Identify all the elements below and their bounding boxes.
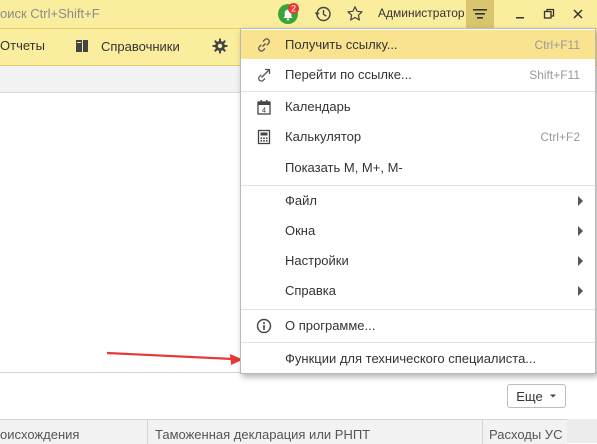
menu-item-label: Показать M, M+, M- [285,160,403,175]
menu-item-calculator[interactable]: Калькулятор Ctrl+F2 [241,122,595,151]
menu-item-label: Окна [285,223,316,238]
menu-item-get-link[interactable]: Получить ссылку... Ctrl+F11 [241,30,595,59]
menu-item-label: Файл [285,193,317,208]
menu-item-label: Функции для технического специалиста... [285,351,537,366]
submenu-arrow-icon [578,286,583,296]
minimize-button[interactable] [508,2,532,26]
menu-item-label: Перейти по ссылке... [285,67,412,82]
more-label: Еще [516,388,543,404]
submenu-arrow-icon [578,226,583,236]
menu-item-settings[interactable]: Настройки [241,246,595,275]
menu-item-tech-specialist-functions[interactable]: Функции для технического специалиста... [241,344,595,373]
menu-item-shortcut: Ctrl+F2 [540,130,580,144]
history-icon [314,6,331,22]
svg-text:4: 4 [262,106,266,115]
menu-item-label: Калькулятор [285,129,362,144]
user-name[interactable]: Администратор [378,6,465,20]
menu-item-label: Календарь [285,99,351,114]
reports-button[interactable]: Отчеты [0,38,45,53]
books-icon [76,40,88,52]
menu-item-show-memory[interactable]: Показать M, M+, M- [241,153,595,182]
notifications-button[interactable]: 2 [277,2,301,26]
calculator-icon [255,128,273,146]
menu-item-calendar[interactable]: 4 Календарь [241,92,595,121]
calendar-icon: 4 [255,98,273,116]
menu-item-label: Настройки [285,253,349,268]
link-icon [255,36,273,54]
menu-icon [473,9,487,19]
title-bar: оиск Ctrl+Shift+F 2 Администратор [0,0,597,29]
favorites-button[interactable] [343,2,367,26]
search-field[interactable]: оиск Ctrl+Shift+F [0,6,100,21]
info-icon [255,317,273,335]
menu-item-follow-link[interactable]: Перейти по ссылке... Shift+F11 [241,60,595,89]
menu-item-windows[interactable]: Окна [241,216,595,245]
main-menu-dropdown: Получить ссылку... Ctrl+F11 Перейти по с… [240,28,596,374]
menu-item-label: Получить ссылку... [285,37,398,52]
menu-item-file[interactable]: Файл [241,186,595,215]
minimize-icon [516,17,524,19]
notification-count: 2 [291,4,296,14]
bell-icon: 2 [278,3,299,24]
column-divider [482,420,483,444]
close-icon [573,9,583,19]
menu-item-help[interactable]: Справка [241,276,595,305]
column-divider [147,420,148,444]
submenu-arrow-icon [578,196,583,206]
main-menu-button[interactable] [466,0,494,28]
settings-button[interactable] [212,38,228,54]
chevron-down-icon [549,394,556,398]
menu-item-shortcut: Ctrl+F11 [534,38,580,52]
column-header-origin[interactable]: оисхождения [0,427,79,442]
references-button[interactable]: Справочники [74,38,180,54]
menu-item-label: О программе... [285,318,376,333]
close-button[interactable] [566,2,590,26]
scrollbar[interactable] [567,419,597,443]
more-button[interactable]: Еще [507,384,566,408]
menu-item-about[interactable]: О программе... [241,311,595,340]
menu-item-shortcut: Shift+F11 [529,68,580,82]
menu-separator [241,309,595,310]
restore-button[interactable] [537,2,561,26]
column-header-customs-declaration[interactable]: Таможенная декларация или РНПТ [155,427,370,442]
history-button[interactable] [311,2,335,26]
column-header-expenses[interactable]: Расходы УС [489,427,562,442]
menu-separator [241,342,595,343]
star-icon [347,6,363,21]
submenu-arrow-icon [578,256,583,266]
references-label: Справочники [101,38,180,54]
gear-icon [212,38,228,54]
restore-icon [543,8,555,19]
follow-link-icon [255,66,273,84]
menu-item-label: Справка [285,283,336,298]
table-header: оисхождения Таможенная декларация или РН… [0,419,567,444]
